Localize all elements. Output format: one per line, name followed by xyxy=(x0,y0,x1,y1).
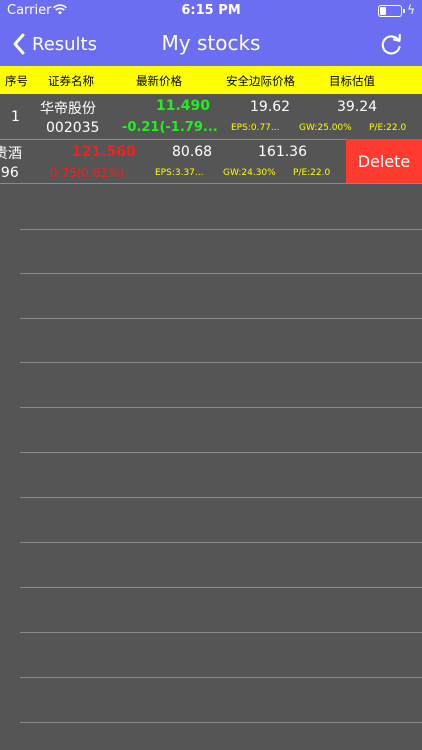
table-header: 序号 证券名称 最新价格 安全边际价格 目标估值 xyxy=(0,66,422,94)
page-title: My stocks xyxy=(161,31,261,55)
status-bar: Carrier 6:15 PM ϟ xyxy=(0,0,422,22)
row-divider xyxy=(20,542,422,543)
row-divider xyxy=(20,407,422,408)
refresh-icon[interactable] xyxy=(378,31,404,57)
row-divider xyxy=(20,452,422,453)
stock-price: 121.560 xyxy=(72,144,136,160)
row-divider xyxy=(20,273,422,274)
column-header-target: 目标估值 xyxy=(329,74,375,88)
column-header-price: 最新价格 xyxy=(136,74,182,88)
eps-value: EPS:3.37... xyxy=(155,168,204,178)
column-header-index: 序号 xyxy=(5,74,28,88)
stock-price: 11.490 xyxy=(156,98,211,114)
target-value: 161.36 xyxy=(258,144,307,160)
charging-icon: ϟ xyxy=(407,3,415,17)
stock-name: 华帝股份 xyxy=(40,101,96,117)
safety-price: 19.62 xyxy=(250,99,291,115)
column-header-name: 证券名称 xyxy=(48,74,94,88)
pe-value: P/E:22.0 xyxy=(293,168,331,178)
row-divider xyxy=(0,183,422,184)
target-value: 39.24 xyxy=(337,99,378,115)
stock-change: -0.21(-1.79... xyxy=(122,120,218,135)
gw-value: GW:24.30% xyxy=(223,168,276,178)
stock-change: 0.75(0.62%) xyxy=(50,166,125,180)
stock-name: 贵酒 xyxy=(0,146,22,162)
stock-code: 002035 xyxy=(46,120,100,136)
pe-value: P/E:22.0 xyxy=(369,123,407,133)
row-divider xyxy=(20,632,422,633)
row-divider xyxy=(20,587,422,588)
battery-icon xyxy=(378,5,405,17)
row-divider xyxy=(20,722,422,723)
row-divider xyxy=(20,318,422,319)
safety-price: 80.68 xyxy=(172,144,213,160)
nav-bar: Results My stocks xyxy=(0,22,422,66)
column-header-safety-price: 安全边际价格 xyxy=(226,74,295,88)
gw-value: GW:25.00% xyxy=(299,123,352,133)
row-divider xyxy=(20,677,422,678)
clock-label: 6:15 PM xyxy=(181,3,241,18)
row-divider xyxy=(20,229,422,230)
stock-code: 696 xyxy=(0,165,19,181)
row-divider xyxy=(20,497,422,498)
eps-value: EPS:0.77... xyxy=(231,123,280,133)
delete-button[interactable]: Delete xyxy=(346,139,422,183)
row-divider xyxy=(20,362,422,363)
row-index: 1 xyxy=(11,109,20,125)
stock-row[interactable]: 1 华帝股份 002035 11.490 -0.21(-1.79... 19.6… xyxy=(0,95,422,139)
